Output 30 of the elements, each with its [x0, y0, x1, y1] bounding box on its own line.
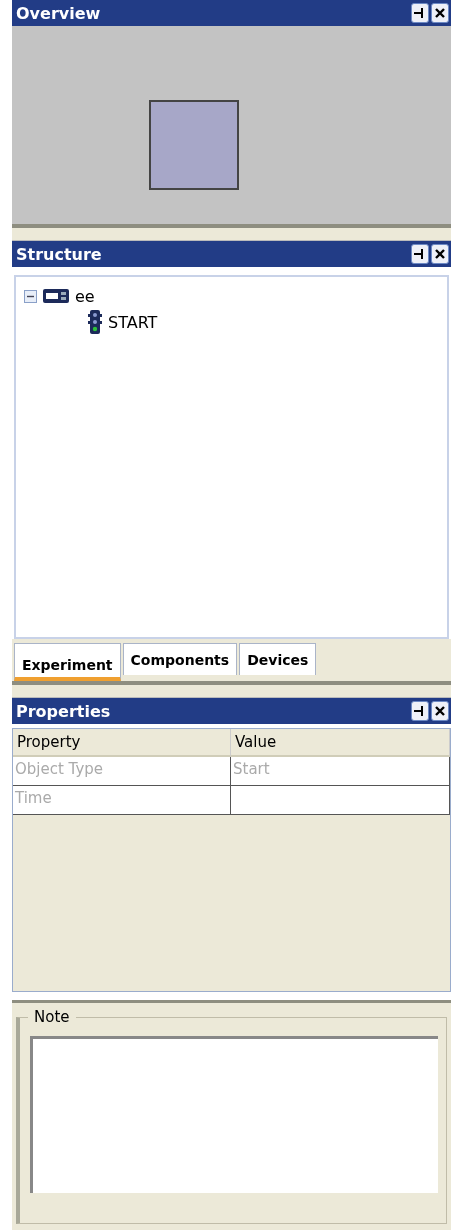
- tab[interactable]: Devices: [239, 643, 317, 675]
- close-icon: [435, 249, 445, 259]
- traffic-light-icon: [88, 310, 102, 334]
- tab[interactable]: Experiment: [14, 643, 121, 681]
- tree-item[interactable]: START: [108, 312, 158, 332]
- panel-title: Structure: [16, 244, 103, 264]
- close-button[interactable]: [431, 244, 449, 264]
- close-icon: [435, 8, 445, 18]
- pin-button[interactable]: [411, 701, 429, 721]
- panel-title: Properties: [16, 701, 112, 721]
- viewport-frame[interactable]: [149, 100, 239, 190]
- panel-title: Overview: [16, 3, 102, 23]
- note-field[interactable]: [30, 1036, 438, 1193]
- pin-icon: [414, 248, 426, 260]
- pin-button[interactable]: [411, 3, 429, 23]
- pin-icon: [414, 705, 426, 717]
- close-button[interactable]: [431, 701, 449, 721]
- table-cell: Start: [231, 757, 450, 786]
- tree-item[interactable]: ee: [75, 286, 95, 306]
- table-cell: Object Type: [13, 757, 231, 786]
- close-button[interactable]: [431, 3, 449, 23]
- experiment-icon: [43, 289, 69, 303]
- pin-icon: [414, 7, 426, 19]
- close-icon: [435, 706, 445, 716]
- pin-button[interactable]: [411, 244, 429, 264]
- column-header[interactable]: Property: [13, 729, 231, 757]
- column-header[interactable]: Value: [231, 729, 450, 757]
- tab[interactable]: Components: [122, 643, 238, 675]
- table-cell: Time: [13, 786, 231, 815]
- collapse-toggle[interactable]: [24, 289, 37, 303]
